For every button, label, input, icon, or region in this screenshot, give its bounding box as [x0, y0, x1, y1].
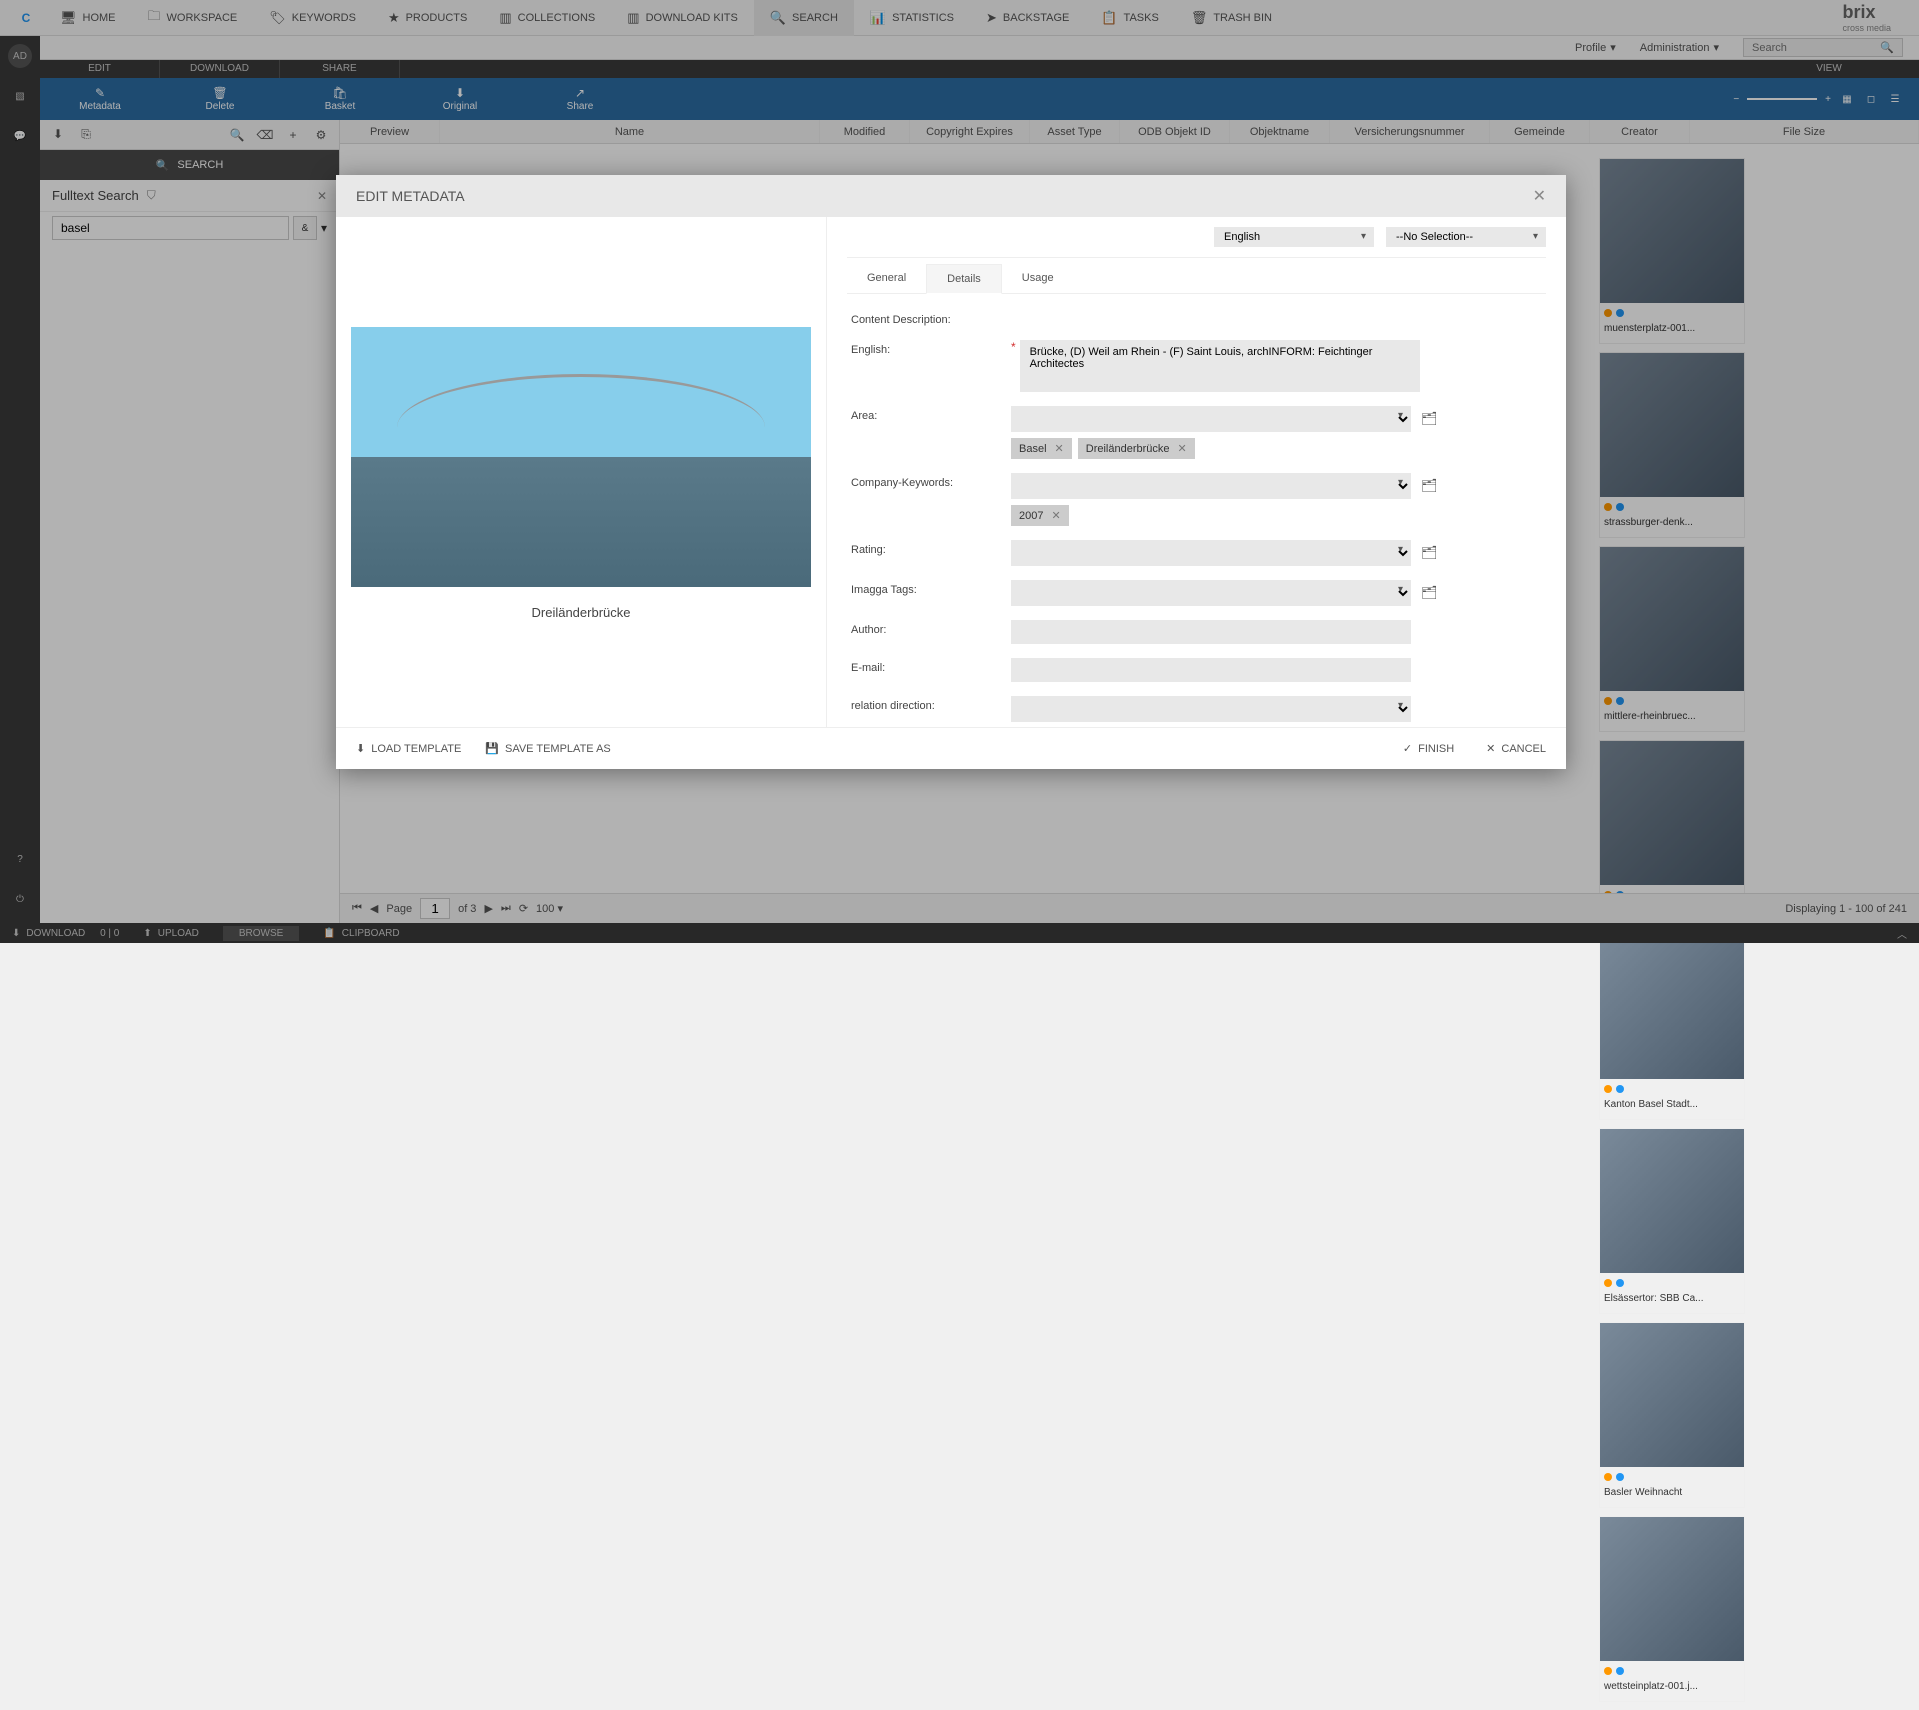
tree-picker-icon[interactable]: 🗂	[1421, 545, 1438, 561]
area-chip[interactable]: Dreiländerbrücke ✕	[1078, 438, 1195, 459]
select-relation-direction[interactable]	[1011, 696, 1411, 722]
required-indicator: *	[1011, 340, 1016, 392]
modal-header: EDIT METADATA ✕	[336, 175, 1566, 217]
label-imagga: Imagga Tags:	[851, 580, 1011, 596]
save-template-button[interactable]: 💾SAVE TEMPLATE AS	[485, 742, 610, 755]
check-icon: ✓	[1403, 742, 1412, 755]
tab-details[interactable]: Details	[926, 264, 1002, 294]
thumbnail-badges	[1600, 1467, 1744, 1487]
modal-close-button[interactable]: ✕	[1533, 186, 1546, 206]
tab-usage[interactable]: Usage	[1002, 264, 1074, 293]
tree-picker-icon[interactable]: 🗂	[1421, 411, 1438, 427]
modal-form-pane: English --No Selection-- General Details…	[826, 217, 1566, 727]
thumbnail-name: wettsteinplatz-001.j...	[1600, 1681, 1744, 1701]
asset-preview-image	[351, 327, 811, 587]
label-company-keywords: Company-Keywords:	[851, 473, 1011, 489]
thumbnail-image	[1600, 1517, 1744, 1661]
close-icon: ✕	[1486, 742, 1495, 755]
label-rating: Rating:	[851, 540, 1011, 556]
metadata-form: Content Description: English: * Brücke, …	[847, 294, 1546, 727]
cancel-button[interactable]: ✕CANCEL	[1486, 742, 1546, 755]
save-icon: 💾	[485, 742, 499, 755]
thumbnail-badges	[1600, 1079, 1744, 1099]
thumbnail-card[interactable]: Elsässertor: SBB Ca...	[1599, 1128, 1745, 1314]
chip-label: Basel	[1019, 443, 1047, 455]
input-email[interactable]	[1011, 658, 1411, 682]
template-select[interactable]: --No Selection--	[1386, 227, 1546, 247]
chip-remove-icon[interactable]: ✕	[1178, 442, 1187, 455]
asset-caption: Dreiländerbrücke	[532, 605, 631, 620]
load-template-button[interactable]: ⬇LOAD TEMPLATE	[356, 742, 461, 755]
finish-button[interactable]: ✓FINISH	[1403, 742, 1454, 755]
chip-remove-icon[interactable]: ✕	[1051, 509, 1060, 522]
thumbnail-card[interactable]: wettsteinplatz-001.j...	[1599, 1516, 1745, 1702]
label-author: Author:	[851, 620, 1011, 636]
label-relation: relation direction:	[851, 696, 1011, 712]
tab-general[interactable]: General	[847, 264, 926, 293]
label-email: E-mail:	[851, 658, 1011, 674]
select-company-keywords[interactable]	[1011, 473, 1411, 499]
modal-preview-pane: Dreiländerbrücke	[336, 217, 826, 727]
thumbnail-image	[1600, 1129, 1744, 1273]
input-author[interactable]	[1011, 620, 1411, 644]
thumbnail-card[interactable]: Kanton Basel Stadt...	[1599, 934, 1745, 1120]
label-content-description: Content Description:	[851, 310, 1011, 326]
edit-metadata-modal: EDIT METADATA ✕ Dreiländerbrücke English…	[336, 175, 1566, 769]
select-imagga-tags[interactable]	[1011, 580, 1411, 606]
thumbnail-name: Elsässertor: SBB Ca...	[1600, 1293, 1744, 1313]
thumbnail-badges	[1600, 1661, 1744, 1681]
download-icon: ⬇	[356, 742, 365, 755]
input-english-description[interactable]: Brücke, (D) Weil am Rhein - (F) Saint Lo…	[1020, 340, 1420, 392]
modal-footer: ⬇LOAD TEMPLATE 💾SAVE TEMPLATE AS ✓FINISH…	[336, 727, 1566, 769]
tree-picker-icon[interactable]: 🗂	[1421, 478, 1438, 494]
thumbnail-image	[1600, 1323, 1744, 1467]
chip-label: Dreiländerbrücke	[1086, 443, 1170, 455]
select-rating[interactable]	[1011, 540, 1411, 566]
thumbnail-name: Kanton Basel Stadt...	[1600, 1099, 1744, 1119]
label-area: Area:	[851, 406, 1011, 422]
thumbnail-card[interactable]: Basler Weihnacht	[1599, 1322, 1745, 1508]
tree-picker-icon[interactable]: 🗂	[1421, 585, 1438, 601]
chip-remove-icon[interactable]: ✕	[1055, 442, 1064, 455]
thumbnail-image	[1600, 935, 1744, 1079]
area-chip[interactable]: Basel ✕	[1011, 438, 1072, 459]
select-area[interactable]	[1011, 406, 1411, 432]
thumbnail-badges	[1600, 1273, 1744, 1293]
chip-label: 2007	[1019, 510, 1043, 522]
language-select[interactable]: English	[1214, 227, 1374, 247]
thumbnail-name: Basler Weihnacht	[1600, 1487, 1744, 1507]
keyword-chip[interactable]: 2007 ✕	[1011, 505, 1069, 526]
label-english: English:	[851, 340, 1011, 356]
metadata-tabs: General Details Usage	[847, 264, 1546, 294]
modal-title: EDIT METADATA	[356, 188, 465, 204]
